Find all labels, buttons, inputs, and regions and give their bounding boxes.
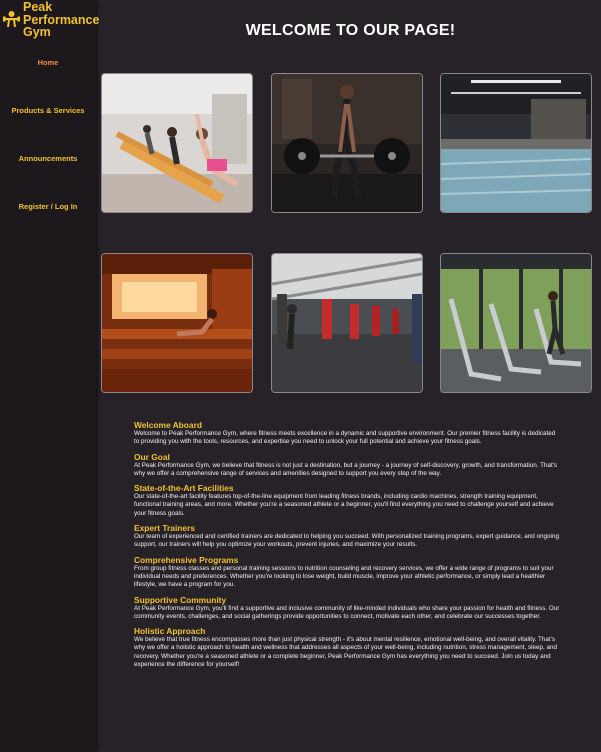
indoor-pool-photo	[440, 73, 592, 213]
brand-name: Peak Performance Gym	[23, 0, 100, 39]
section-body: At Peak Performance Gym, you'll find a s…	[134, 604, 560, 620]
sauna-room-photo	[101, 253, 253, 393]
section-supportive-community: Supportive Community At Peak Performance…	[134, 595, 560, 622]
section-holistic-approach: Holistic Approach We believe that true f…	[134, 626, 560, 669]
nav-item-home[interactable]: Home	[0, 58, 96, 67]
page-title: WELCOME TO OUR PAGE!	[245, 22, 456, 39]
section-body: Welcome to Peak Performance Gym, where f…	[134, 430, 556, 446]
section-welcome-aboard: Welcome Aboard Welcome to Peak Performan…	[134, 420, 560, 447]
section-body: Our state-of-the-art facility features t…	[134, 493, 554, 517]
section-body: From group fitness classes and personal …	[134, 564, 554, 589]
section-heading: Expert Trainers	[134, 523, 195, 534]
content-sections: Welcome Aboard Welcome to Peak Performan…	[134, 420, 560, 674]
nav-item-products-services[interactable]: Products & Services	[0, 106, 96, 115]
section-body: At Peak Performance Gym, we believe that…	[134, 461, 558, 477]
section-body: We believe that true fitness encompasses…	[134, 636, 558, 669]
section-our-goal: Our Goal At Peak Performance Gym, we bel…	[134, 452, 560, 479]
section-heading: Holistic Approach	[134, 626, 206, 637]
section-heading: Supportive Community	[134, 594, 227, 605]
section-comprehensive-programs: Comprehensive Programs From group fitnes…	[134, 555, 560, 590]
deadlift-athlete-photo	[271, 73, 423, 213]
brand[interactable]: Peak Performance Gym	[3, 0, 99, 39]
sidebar: Peak Performance Gym Home Products & Ser…	[0, 0, 99, 752]
section-expert-trainers: Expert Trainers Our team of experienced …	[134, 523, 560, 550]
section-heading: Welcome Aboard	[134, 420, 202, 430]
pilates-class-photo	[101, 73, 253, 213]
section-heading: State-of-the-Art Facilities	[134, 483, 234, 494]
treadmill-area-photo	[440, 253, 592, 393]
nav-item-register-login[interactable]: Register / Log In	[0, 202, 96, 211]
boxing-gym-photo	[271, 253, 423, 393]
section-heading: Comprehensive Programs	[134, 554, 239, 565]
section-heading: Our Goal	[134, 451, 170, 462]
gym-logo-icon	[3, 11, 20, 28]
section-facilities: State-of-the-Art Facilities Our state-of…	[134, 483, 560, 518]
nav-item-announcements[interactable]: Announcements	[0, 154, 96, 163]
section-body: Our team of experienced and certified tr…	[134, 533, 559, 549]
